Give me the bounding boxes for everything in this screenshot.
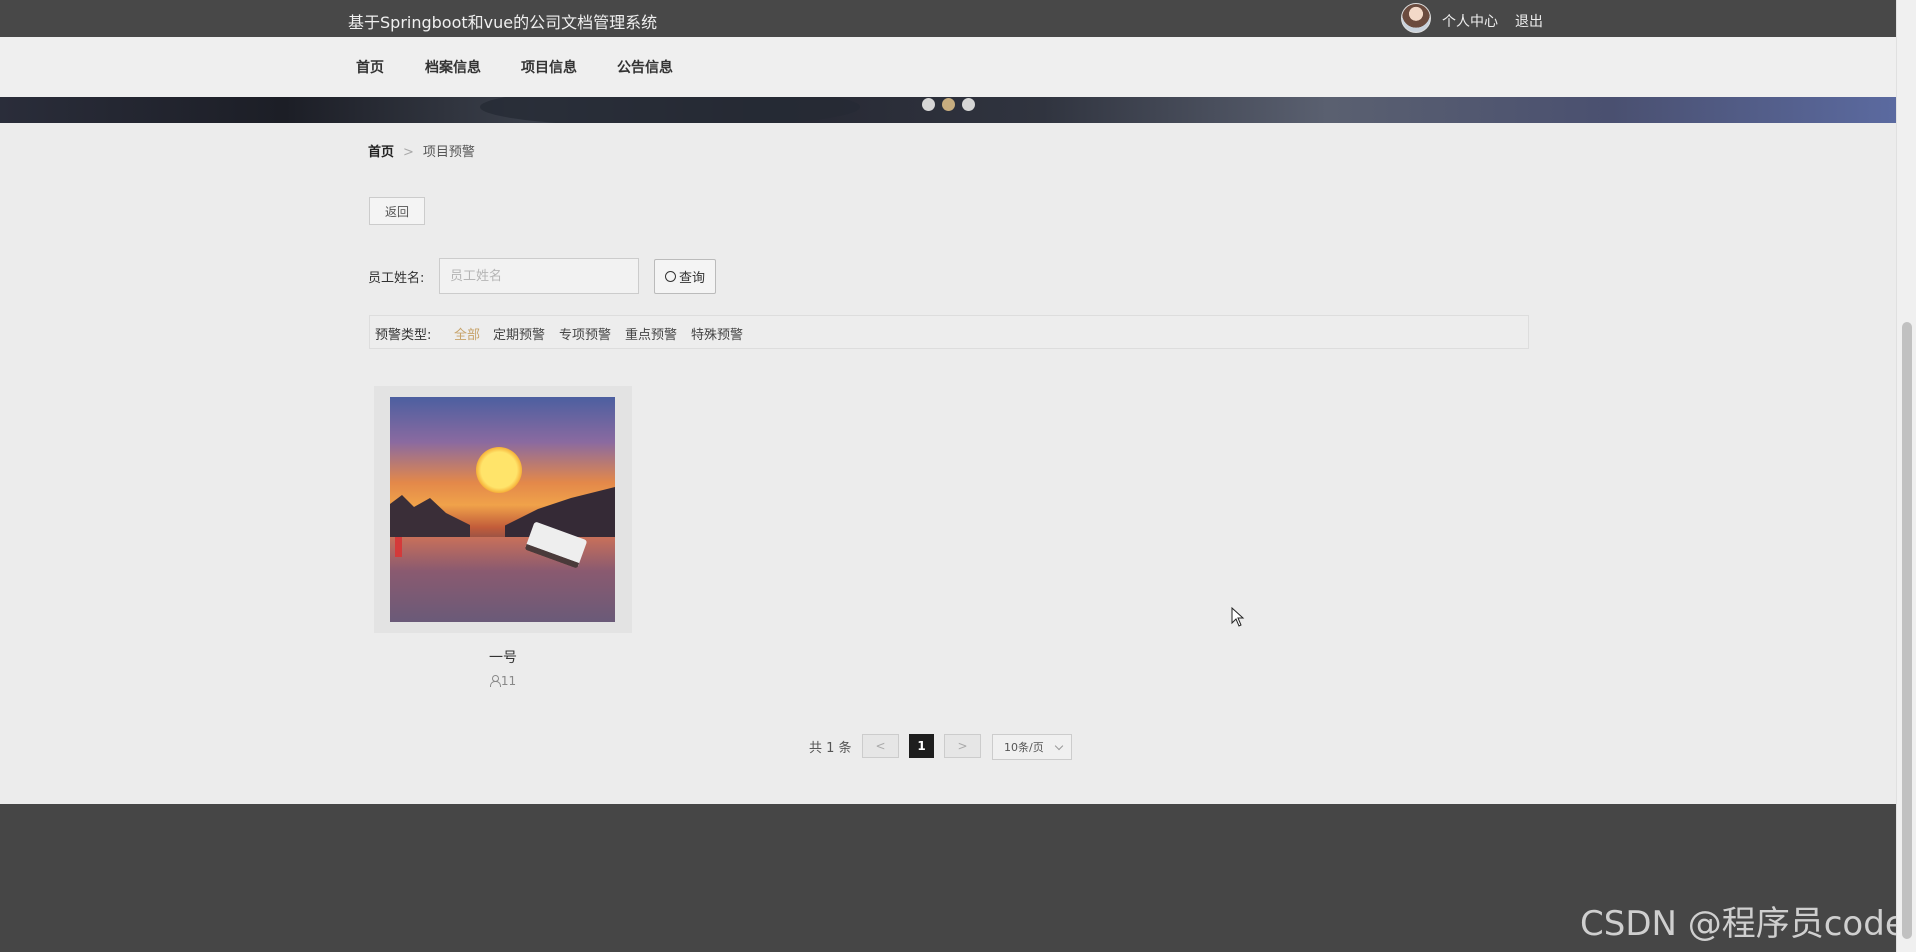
mouse-cursor-icon bbox=[1231, 607, 1245, 627]
page-size-value: 10条/页 bbox=[1004, 741, 1044, 754]
breadcrumb: 首页 > 项目预警 bbox=[368, 141, 475, 160]
page-scrollbar[interactable] bbox=[1896, 0, 1916, 952]
back-button[interactable]: 返回 bbox=[369, 197, 425, 225]
user-icon bbox=[489, 675, 501, 687]
carousel-banner bbox=[0, 97, 1896, 123]
page-size-select[interactable]: 10条/页 bbox=[992, 734, 1072, 760]
carousel-dot-1[interactable] bbox=[922, 98, 935, 111]
pagination-next-button[interactable]: > bbox=[944, 734, 981, 758]
search-button-label: 查询 bbox=[678, 271, 705, 286]
warning-type-filter: 预警类型: 全部 定期预警 专项预警 重点预警 特殊预警 bbox=[369, 315, 1529, 349]
pagination-prev-button[interactable]: < bbox=[862, 734, 899, 758]
project-card-meta: 11 bbox=[374, 674, 632, 688]
main-nav: 首页 档案信息 项目信息 公告信息 bbox=[0, 37, 1896, 97]
project-card-image bbox=[390, 397, 615, 622]
watermark: CSDN @程序员code bbox=[1580, 904, 1906, 944]
nav-item-projects[interactable]: 项目信息 bbox=[521, 57, 577, 77]
nav-item-notices[interactable]: 公告信息 bbox=[617, 57, 673, 77]
scrollbar-thumb[interactable] bbox=[1902, 322, 1912, 939]
project-card-count: 11 bbox=[500, 674, 517, 688]
breadcrumb-home[interactable]: 首页 bbox=[368, 145, 394, 160]
carousel-dot-3[interactable] bbox=[962, 98, 975, 111]
filter-option-special-project[interactable]: 专项预警 bbox=[559, 324, 611, 343]
breadcrumb-separator: > bbox=[403, 145, 414, 160]
employee-name-input[interactable] bbox=[439, 258, 639, 294]
filter-option-special[interactable]: 特殊预警 bbox=[691, 324, 743, 343]
search-label: 员工姓名: bbox=[368, 271, 425, 286]
nav-item-home[interactable]: 首页 bbox=[356, 57, 384, 77]
pagination-total: 共 1 条 bbox=[809, 741, 852, 756]
project-card-title[interactable]: 一号 bbox=[374, 647, 632, 667]
filter-label: 预警类型: bbox=[375, 328, 432, 343]
personal-center-link[interactable]: 个人中心 bbox=[1442, 11, 1498, 31]
logout-link[interactable]: 退出 bbox=[1515, 11, 1543, 31]
search-button[interactable]: 查询 bbox=[654, 259, 716, 294]
project-card[interactable] bbox=[374, 386, 632, 633]
search-icon bbox=[664, 271, 676, 282]
pagination-page-1[interactable]: 1 bbox=[909, 734, 934, 758]
site-title: 基于Springboot和vue的公司文档管理系统 bbox=[348, 13, 658, 32]
top-header-bar: 基于Springboot和vue的公司文档管理系统 个人中心 退出 bbox=[0, 0, 1896, 37]
user-avatar[interactable] bbox=[1401, 3, 1431, 33]
nav-item-archives[interactable]: 档案信息 bbox=[425, 57, 481, 77]
filter-option-all[interactable]: 全部 bbox=[454, 324, 480, 343]
chevron-down-icon bbox=[1054, 741, 1064, 751]
breadcrumb-current: 项目预警 bbox=[422, 145, 475, 160]
filter-option-periodic[interactable]: 定期预警 bbox=[493, 324, 545, 343]
banner-image bbox=[480, 97, 860, 123]
filter-option-key[interactable]: 重点预警 bbox=[625, 324, 677, 343]
carousel-dot-2[interactable] bbox=[942, 98, 955, 111]
